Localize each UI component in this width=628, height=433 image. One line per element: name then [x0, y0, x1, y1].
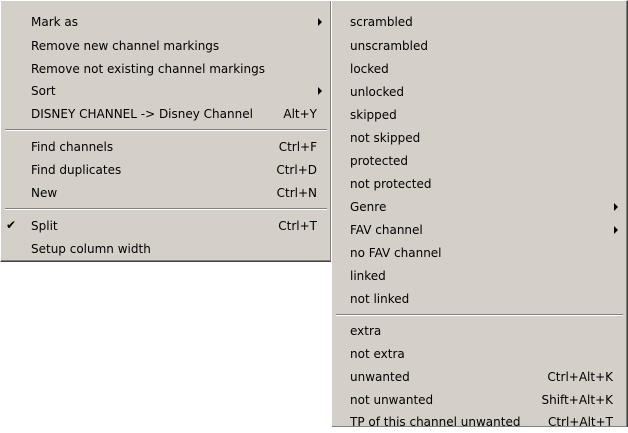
submenu-item-not-skipped[interactable]: not skipped: [335, 126, 624, 149]
menu-item-find-duplicates[interactable]: Find duplicates Ctrl+D: [4, 158, 328, 181]
menu-item-label: DISNEY CHANNEL -> Disney Channel: [31, 106, 253, 121]
submenu-arrow-icon: [614, 203, 618, 211]
menu-separator: [336, 314, 623, 316]
menu-item-remove-not-existing-channel-markings[interactable]: Remove not existing channel markings: [4, 57, 328, 80]
submenu-item-fav-channel[interactable]: FAV channel: [335, 218, 624, 241]
menu-item-label: Find duplicates: [31, 162, 122, 177]
submenu-item-not-protected[interactable]: not protected: [335, 172, 624, 195]
menu-item-label: Genre: [350, 199, 387, 214]
submenu-item-unscrambled[interactable]: unscrambled: [335, 34, 624, 57]
menu-item-label: Sort: [31, 83, 56, 98]
menu-item-label: FAV channel: [350, 222, 423, 237]
submenu-item-unwanted[interactable]: unwanted Ctrl+Alt+K: [335, 365, 624, 388]
menu-separator: [5, 129, 327, 131]
submenu-item-not-unwanted[interactable]: not unwanted Shift+Alt+K: [335, 388, 624, 411]
submenu-item-unlocked[interactable]: unlocked: [335, 80, 624, 103]
mark-as-submenu: scrambled unscrambled locked unlocked sk…: [331, 0, 628, 429]
menu-item-find-channels[interactable]: Find channels Ctrl+F: [4, 135, 328, 158]
menu-item-label: Remove not existing channel markings: [31, 61, 265, 76]
context-menu: Mark as Remove new channel markings Remo…: [0, 0, 332, 262]
menu-item-label: Mark as: [31, 14, 79, 29]
menu-item-label: unscrambled: [350, 38, 428, 53]
menu-item-label: TP of this channel unwanted: [350, 414, 521, 429]
menu-item-label: skipped: [350, 107, 397, 122]
menu-item-label: Find channels: [31, 139, 114, 154]
submenu-item-scrambled[interactable]: scrambled: [335, 10, 624, 33]
menu-item-label: not protected: [350, 176, 432, 191]
menu-item-label: not unwanted: [350, 392, 434, 407]
check-icon: ✔: [6, 218, 17, 232]
menu-item-label: Remove new channel markings: [31, 38, 220, 53]
submenu-item-tp-unwanted[interactable]: TP of this channel unwanted Ctrl+Alt+T: [335, 410, 624, 433]
menu-item-rename-disney-channel[interactable]: DISNEY CHANNEL -> Disney Channel Alt+Y: [4, 102, 328, 125]
submenu-item-locked[interactable]: locked: [335, 57, 624, 80]
submenu-item-not-linked[interactable]: not linked: [335, 287, 624, 310]
menu-item-label: New: [31, 185, 58, 200]
menu-item-shortcut: Ctrl+F: [278, 139, 317, 154]
submenu-item-skipped[interactable]: skipped: [335, 103, 624, 126]
submenu-item-linked[interactable]: linked: [335, 264, 624, 287]
menu-item-split[interactable]: ✔ Split Ctrl+T: [4, 214, 328, 237]
menu-item-label: not linked: [350, 291, 410, 306]
menu-item-label: not extra: [350, 346, 405, 361]
menu-item-label: protected: [350, 153, 409, 168]
menu-item-shortcut: Shift+Alt+K: [541, 392, 613, 407]
menu-item-sort[interactable]: Sort: [4, 79, 328, 102]
menu-item-setup-column-width[interactable]: Setup column width: [4, 237, 328, 260]
menu-item-label: not skipped: [350, 130, 421, 145]
menu-item-label: unwanted: [350, 369, 410, 384]
submenu-item-not-extra[interactable]: not extra: [335, 342, 624, 365]
menu-item-label: scrambled: [350, 14, 413, 29]
menu-item-remove-new-channel-markings[interactable]: Remove new channel markings: [4, 34, 328, 57]
menu-item-label: unlocked: [350, 84, 405, 99]
menu-item-label: no FAV channel: [350, 245, 442, 260]
submenu-arrow-icon: [614, 226, 618, 234]
menu-item-label: Split: [31, 218, 58, 233]
menu-item-label: linked: [350, 268, 386, 283]
submenu-item-no-fav-channel[interactable]: no FAV channel: [335, 241, 624, 264]
menu-item-shortcut: Ctrl+T: [278, 218, 317, 233]
menu-item-shortcut: Ctrl+N: [276, 185, 317, 200]
menu-item-label: Setup column width: [31, 241, 151, 256]
menu-item-shortcut: Ctrl+Alt+K: [547, 369, 613, 384]
submenu-item-genre[interactable]: Genre: [335, 195, 624, 218]
menu-item-shortcut: Ctrl+Alt+T: [547, 414, 613, 429]
menu-item-label: locked: [350, 61, 389, 76]
submenu-arrow-icon: [318, 87, 322, 95]
menu-item-new[interactable]: New Ctrl+N: [4, 181, 328, 204]
submenu-item-extra[interactable]: extra: [335, 319, 624, 342]
menu-item-mark-as[interactable]: Mark as: [4, 10, 328, 33]
submenu-arrow-icon: [318, 18, 322, 26]
menu-item-shortcut: Ctrl+D: [276, 162, 317, 177]
menu-item-label: extra: [350, 323, 382, 338]
menu-separator: [5, 208, 327, 210]
submenu-item-protected[interactable]: protected: [335, 149, 624, 172]
menu-item-shortcut: Alt+Y: [283, 106, 317, 121]
